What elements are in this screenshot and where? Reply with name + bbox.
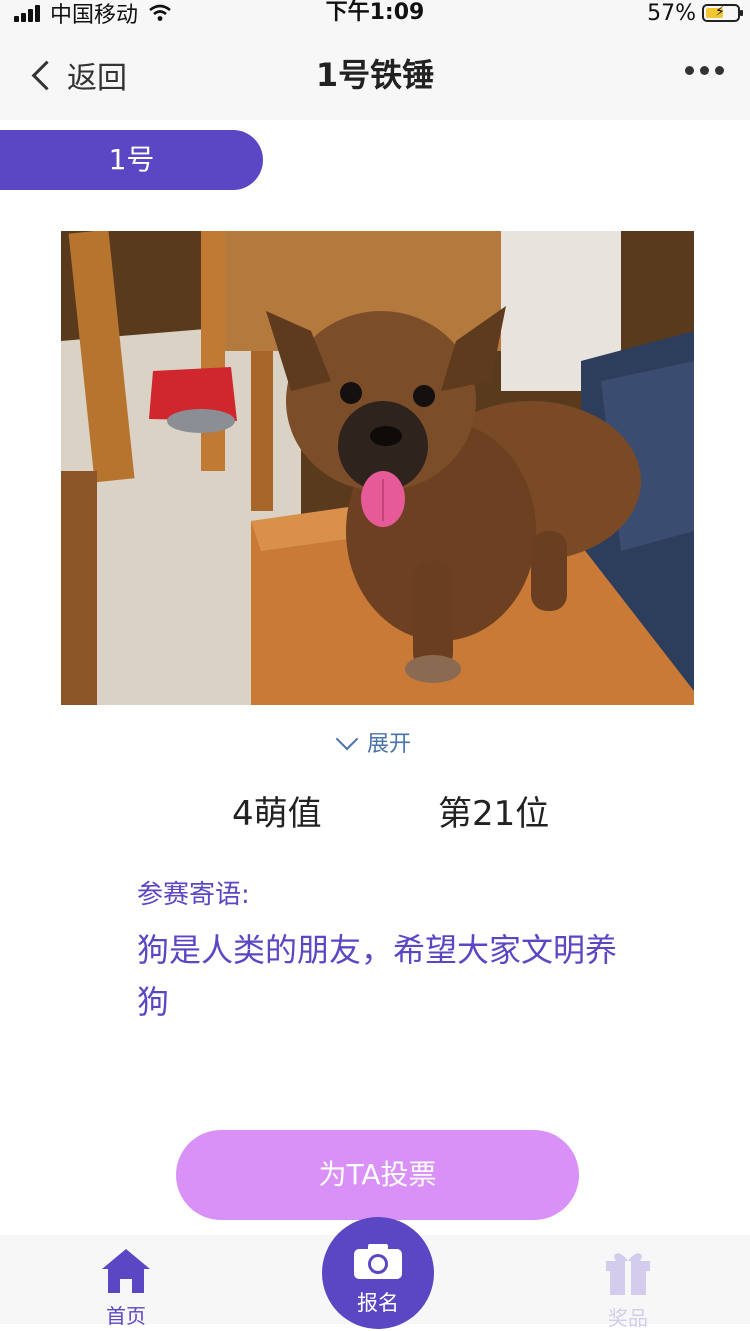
gift-icon bbox=[606, 1253, 650, 1295]
tab-home-label: 首页 bbox=[106, 1304, 146, 1328]
camera-icon bbox=[354, 1244, 402, 1279]
more-options-button[interactable] bbox=[679, 66, 724, 75]
entry-number-tab: 1号 bbox=[0, 130, 263, 190]
battery-percent: 57% bbox=[647, 0, 696, 26]
tab-prizes[interactable]: 奖品 bbox=[598, 1245, 658, 1331]
tab-signup[interactable]: 报名 bbox=[322, 1217, 434, 1329]
dog-photo-illustration bbox=[61, 231, 694, 705]
more-dot-icon bbox=[715, 66, 724, 75]
chevron-down-icon bbox=[335, 727, 359, 751]
status-bar: 中国移动 下午1:09 57% ⚡ bbox=[0, 0, 750, 30]
motto-label: 参赛寄语: bbox=[137, 880, 250, 910]
nav-bar: 返回 1号铁锤 bbox=[0, 30, 750, 120]
tab-home[interactable]: 首页 bbox=[96, 1245, 156, 1329]
home-icon bbox=[102, 1249, 150, 1293]
more-dot-icon bbox=[700, 66, 709, 75]
entry-stats: 4萌值 第21位 bbox=[0, 786, 750, 836]
cute-value: 4萌值 bbox=[232, 794, 322, 834]
battery-cap bbox=[740, 10, 743, 16]
more-dot-icon bbox=[685, 66, 694, 75]
bottom-tab-bar: 首页 报名 奖品 bbox=[0, 1217, 750, 1330]
battery-icon: ⚡ bbox=[702, 4, 743, 22]
charging-bolt-icon: ⚡ bbox=[715, 4, 725, 20]
page-title: 1号铁锤 bbox=[315, 56, 435, 94]
rank-value: 第21位 bbox=[438, 794, 550, 834]
motto-text: 狗是人类的朋友，希望大家文明养狗 bbox=[137, 931, 618, 1021]
status-right: 57% ⚡ bbox=[647, 0, 743, 26]
expand-label: 展开 bbox=[366, 732, 411, 757]
status-time: 下午1:09 bbox=[325, 0, 425, 25]
tab-signup-label: 报名 bbox=[357, 1291, 399, 1315]
tab-prizes-label: 奖品 bbox=[608, 1306, 648, 1330]
expand-link[interactable]: 展开 bbox=[0, 726, 750, 758]
entry-photo[interactable] bbox=[61, 231, 694, 705]
vote-button[interactable]: 为TA投票 bbox=[176, 1130, 579, 1220]
